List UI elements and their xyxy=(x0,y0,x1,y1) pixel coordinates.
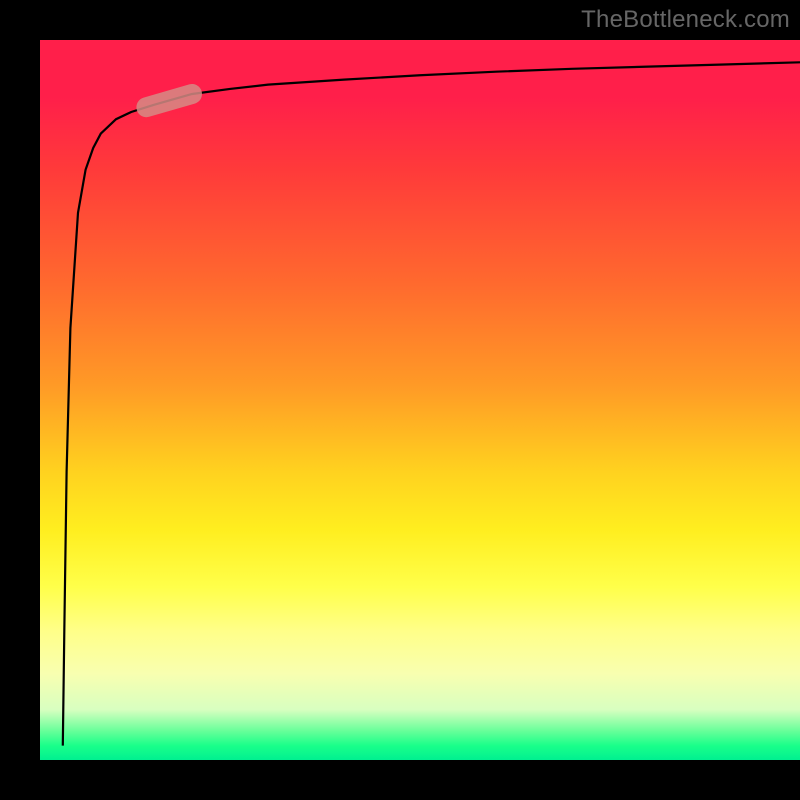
chart-container: TheBottleneck.com xyxy=(0,0,800,800)
attribution-label: TheBottleneck.com xyxy=(581,6,790,34)
highlight-marker xyxy=(146,94,192,107)
plot-area xyxy=(40,40,800,760)
curve-line xyxy=(63,62,800,745)
curve-svg xyxy=(40,40,800,760)
